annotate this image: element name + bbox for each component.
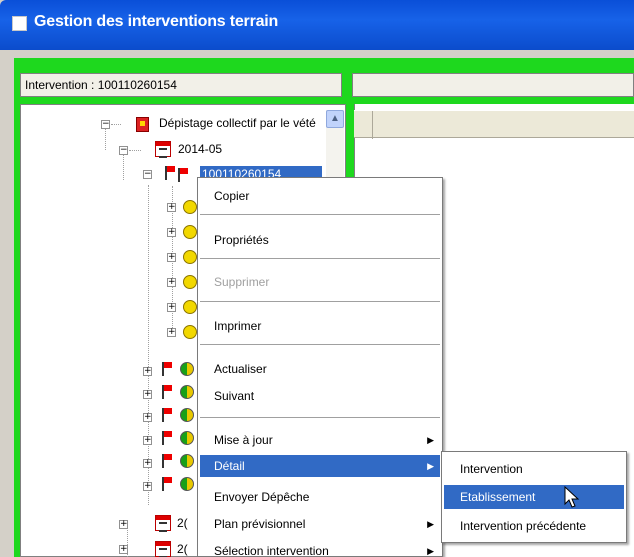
submenu-arrow-icon: ▶	[427, 546, 434, 556]
menu-item-label: Plan prévisionnel	[214, 517, 306, 531]
tree-collapse-toggle[interactable]: −	[119, 146, 128, 155]
menu-item-label: Sélection intervention	[214, 544, 329, 557]
status-icon	[180, 477, 194, 491]
scroll-up-arrow-icon[interactable]: ▲	[326, 110, 344, 128]
submenu-arrow-icon: ▶	[427, 461, 434, 471]
status-icon	[180, 454, 194, 468]
menu-item-imprimer[interactable]: Imprimer	[200, 315, 440, 337]
menu-separator	[200, 344, 440, 346]
tree-node-period[interactable]: 2014-05	[178, 142, 222, 156]
status-icon	[183, 200, 197, 214]
menu-item-suivant[interactable]: Suivant	[200, 385, 440, 407]
menu-item-plan-previsionnel[interactable]: Plan prévisionnel ▶	[200, 513, 440, 535]
tree-expand-toggle[interactable]: +	[167, 278, 176, 287]
window-icon	[12, 16, 27, 31]
flag-icon	[162, 431, 172, 445]
tree-expand-toggle[interactable]: +	[167, 328, 176, 337]
tree-expand-toggle[interactable]: +	[119, 520, 128, 529]
menu-item-supprimer: Supprimer	[214, 275, 270, 289]
tree-expand-toggle[interactable]: +	[143, 482, 152, 491]
status-icon	[183, 300, 197, 314]
title-bar: Gestion des interventions terrain	[0, 0, 634, 50]
calendar-icon	[155, 141, 171, 158]
status-icon	[183, 325, 197, 339]
column-separator	[372, 111, 373, 139]
tree-expand-toggle[interactable]: +	[167, 228, 176, 237]
menu-separator	[200, 301, 440, 303]
menu-item-proprietes[interactable]: Propriétés	[200, 229, 440, 251]
submenu-item-intervention-precedente[interactable]: Intervention précédente	[444, 514, 624, 538]
flag-icon	[178, 168, 188, 182]
calendar-icon	[155, 515, 171, 532]
detail-column-header[interactable]	[354, 110, 634, 139]
menu-separator	[200, 214, 440, 216]
tree-collapse-toggle[interactable]: −	[143, 170, 152, 179]
flag-icon	[162, 454, 172, 468]
menu-item-envoyer-depeche[interactable]: Envoyer Dépêche	[200, 486, 440, 508]
menu-item-mise-a-jour[interactable]: Mise à jour ▶	[200, 429, 440, 451]
status-icon	[180, 431, 194, 445]
status-icon	[180, 362, 194, 376]
flag-icon	[165, 166, 175, 180]
menu-item-label: Mise à jour	[214, 433, 273, 447]
menu-item-selection-intervention[interactable]: Sélection intervention ▶	[200, 540, 440, 557]
menu-item-detail[interactable]: Détail ▶	[200, 455, 440, 477]
menu-item-actualiser[interactable]: Actualiser	[200, 358, 440, 380]
intervention-field: Intervention : 100110260154	[20, 73, 342, 97]
menu-separator	[200, 258, 440, 260]
detail-header-field	[352, 73, 634, 97]
tree-expand-toggle[interactable]: +	[119, 545, 128, 554]
menu-item-label: Détail	[214, 459, 245, 473]
tree-expand-toggle[interactable]: +	[167, 203, 176, 212]
submenu-item-intervention[interactable]: Intervention	[444, 457, 624, 481]
tree-line	[148, 185, 149, 505]
tree-expand-toggle[interactable]: +	[143, 413, 152, 422]
tree-expand-toggle[interactable]: +	[143, 459, 152, 468]
status-icon	[183, 225, 197, 239]
campaign-icon	[136, 117, 149, 132]
submenu-item-etablissement[interactable]: Etablissement	[444, 485, 624, 509]
flag-icon	[162, 477, 172, 491]
tree-line	[111, 124, 121, 125]
flag-icon	[162, 385, 172, 399]
tree-node-period[interactable]: 2(	[177, 542, 188, 556]
calendar-icon	[155, 541, 171, 557]
submenu-arrow-icon: ▶	[427, 435, 434, 445]
window-title: Gestion des interventions terrain	[34, 13, 279, 30]
context-menu: Copier Propriétés Supprimer Imprimer Act…	[197, 177, 443, 557]
tree-node-root[interactable]: Dépistage collectif par le vété	[159, 116, 316, 130]
status-icon	[183, 250, 197, 264]
status-icon	[183, 275, 197, 289]
tree-collapse-toggle[interactable]: −	[101, 120, 110, 129]
tree-expand-toggle[interactable]: +	[143, 436, 152, 445]
flag-icon	[162, 408, 172, 422]
status-icon	[180, 408, 194, 422]
status-icon	[180, 385, 194, 399]
tree-node-period[interactable]: 2(	[177, 516, 188, 530]
tree-expand-toggle[interactable]: +	[167, 303, 176, 312]
menu-item-copier[interactable]: Copier	[200, 185, 440, 207]
flag-icon	[162, 362, 172, 376]
submenu-arrow-icon: ▶	[427, 519, 434, 529]
tree-expand-toggle[interactable]: +	[143, 390, 152, 399]
mouse-cursor-icon	[564, 486, 580, 508]
tree-expand-toggle[interactable]: +	[167, 253, 176, 262]
detail-submenu: Intervention Etablissement Intervention …	[441, 451, 627, 543]
tree-expand-toggle[interactable]: +	[143, 367, 152, 376]
tree-line	[129, 150, 141, 151]
menu-separator	[200, 417, 440, 419]
